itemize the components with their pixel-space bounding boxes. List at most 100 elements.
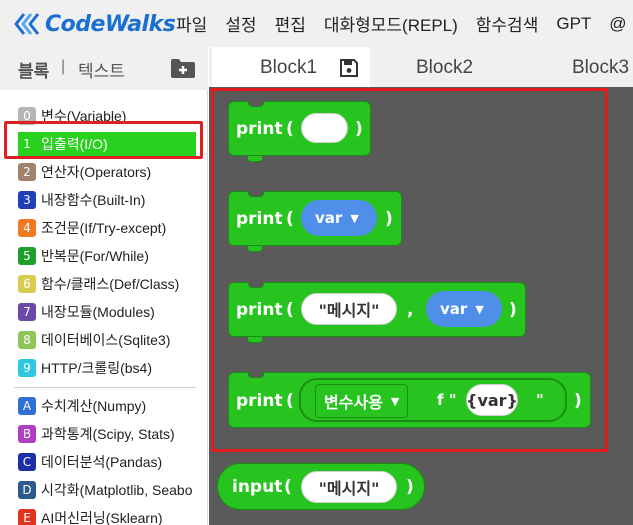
category-number-badge: A: [18, 397, 36, 415]
category-number-badge: 8: [18, 331, 36, 349]
menu-gpt[interactable]: GPT: [556, 14, 591, 34]
fstring-prefix: f ": [437, 391, 457, 409]
block-workspace[interactable]: print ( ) print ( var ▼ ) print ( "메시지" …: [209, 87, 633, 525]
category-label: 입출력(I/O): [41, 136, 108, 152]
block-notch: [248, 372, 264, 378]
category-loops[interactable]: 5 반복문(For/While): [18, 244, 149, 268]
category-http[interactable]: 9 HTTP/크롤링(bs4): [18, 356, 152, 380]
category-number-badge: 5: [18, 247, 36, 265]
comma: ,: [407, 300, 414, 320]
input-keyword: input: [232, 477, 283, 497]
category-number-badge: 0: [18, 107, 36, 125]
category-number-badge: 2: [18, 163, 36, 181]
menu-repl[interactable]: 대화형모드(REPL): [324, 11, 458, 36]
category-divider: [14, 387, 196, 388]
dropdown-caret-icon: ▼: [475, 302, 484, 316]
category-number-badge: C: [18, 453, 36, 471]
block-notch: [248, 191, 264, 197]
fstring-var-placeholder[interactable]: {var}: [466, 384, 518, 416]
fstring-expression[interactable]: 변수사용 ▼ f " {var} ": [299, 378, 567, 422]
category-number-badge: 4: [18, 219, 36, 237]
menu-more[interactable]: @: [609, 14, 626, 34]
variable-name: var: [440, 300, 468, 318]
category-operators[interactable]: 2 연산자(Operators): [18, 160, 151, 184]
open-paren: (: [286, 300, 294, 320]
category-label: 내장모듈(Modules): [41, 304, 155, 320]
category-number-badge: 3: [18, 191, 36, 209]
category-numpy[interactable]: A 수치계산(Numpy): [18, 394, 146, 418]
category-label: HTTP/크롤링(bs4): [41, 360, 152, 376]
print-keyword: print: [236, 300, 283, 320]
sidebar-tab-separator: |: [61, 58, 66, 75]
category-io[interactable]: 1 입출력(I/O): [18, 132, 196, 156]
message-string-input[interactable]: "메시지": [301, 471, 397, 503]
tab-label: Block1: [260, 57, 318, 78]
sidebar-header: 블록 | 텍스트: [0, 47, 208, 90]
category-visualization[interactable]: D 시각화(Matplotlib, Seabo: [18, 478, 192, 502]
fstring-variable-label: 변수사용: [324, 393, 383, 412]
save-icon[interactable]: [340, 59, 358, 77]
menu-bar: CodeWalks 파일 설정 편집 대화형모드(REPL) 함수검색 GPT …: [0, 0, 633, 47]
message-string-input[interactable]: "메시지": [301, 293, 397, 325]
app-title: CodeWalks: [45, 11, 176, 37]
category-machine-learning[interactable]: E AI머신러닝(Sklearn): [18, 506, 163, 525]
category-scipy[interactable]: B 과학통계(Scipy, Stats): [18, 422, 175, 446]
fstring-variable-dropdown[interactable]: 변수사용 ▼: [315, 384, 409, 418]
block-tab: [247, 246, 263, 252]
category-label: 변수(Variable): [41, 108, 127, 124]
sidebar: 블록 | 텍스트 0 변수(Variable) 1 입출력(I/O) 2 연산자…: [0, 47, 208, 525]
category-number-badge: D: [18, 481, 36, 499]
category-pandas[interactable]: C 데이터분석(Pandas): [18, 450, 162, 474]
category-variable[interactable]: 0 변수(Variable): [18, 104, 126, 128]
print-keyword: print: [236, 119, 283, 139]
variable-dropdown[interactable]: var ▼: [301, 200, 377, 236]
category-label: 내장함수(Built-In): [41, 192, 146, 208]
menu-settings[interactable]: 설정: [225, 11, 256, 36]
menu-edit[interactable]: 편집: [275, 11, 306, 36]
block-tab: [247, 337, 263, 343]
category-number-badge: E: [18, 509, 36, 525]
category-label: AI머신러닝(Sklearn): [41, 510, 163, 525]
open-paren: (: [286, 391, 294, 411]
tab-block3[interactable]: Block3: [572, 57, 629, 79]
category-label: 반복문(For/While): [41, 248, 149, 264]
fstring-end-quote: ": [536, 391, 544, 409]
close-paren: ): [355, 119, 363, 139]
print-block-message-var[interactable]: print ( "메시지" , var ▼ ): [228, 282, 526, 337]
category-number-badge: 6: [18, 275, 36, 293]
menu-file[interactable]: 파일: [176, 11, 207, 36]
input-block[interactable]: input ( "메시지" ): [217, 463, 425, 510]
category-label: 데이터분석(Pandas): [41, 454, 163, 470]
category-number-badge: B: [18, 425, 36, 443]
category-label: 시각화(Matplotlib, Seabo: [41, 482, 193, 498]
category-number-badge: 7: [18, 303, 36, 321]
close-paren: ): [574, 391, 582, 411]
tab-blocks[interactable]: 블록: [18, 57, 49, 82]
block-notch: [248, 101, 264, 107]
print-block-fstring[interactable]: print ( 변수사용 ▼ f " {var} " ): [228, 372, 591, 428]
menu-function-search[interactable]: 함수검색: [476, 11, 539, 36]
category-builtin[interactable]: 3 내장함수(Built-In): [18, 188, 145, 212]
category-number-badge: 1: [23, 137, 31, 151]
category-conditions[interactable]: 4 조건문(If/Try-except): [18, 216, 166, 240]
add-folder-icon[interactable]: [170, 57, 196, 79]
variable-dropdown[interactable]: var ▼: [426, 291, 502, 327]
category-label: 조건문(If/Try-except): [41, 220, 167, 236]
tab-block2[interactable]: Block2: [416, 57, 473, 79]
app-logo[interactable]: CodeWalks: [14, 8, 176, 40]
category-database[interactable]: 8 데이터베이스(Sqlite3): [18, 328, 170, 352]
category-label: 함수/클래스(Def/Class): [41, 276, 180, 292]
category-functions[interactable]: 6 함수/클래스(Def/Class): [18, 272, 179, 296]
tab-text[interactable]: 텍스트: [78, 57, 125, 82]
category-modules[interactable]: 7 내장모듈(Modules): [18, 300, 155, 324]
print-block-empty[interactable]: print ( ): [228, 101, 371, 156]
close-paren: ): [406, 477, 414, 497]
open-paren: (: [284, 477, 292, 497]
close-paren: ): [509, 300, 517, 320]
main-menu: 파일 설정 편집 대화형모드(REPL) 함수검색 GPT @: [176, 0, 633, 47]
print-keyword: print: [236, 391, 283, 411]
empty-string-input[interactable]: [301, 113, 348, 143]
print-block-var[interactable]: print ( var ▼ ): [228, 191, 402, 246]
close-paren: ): [385, 209, 393, 229]
codewalks-logo-icon: [14, 13, 40, 35]
